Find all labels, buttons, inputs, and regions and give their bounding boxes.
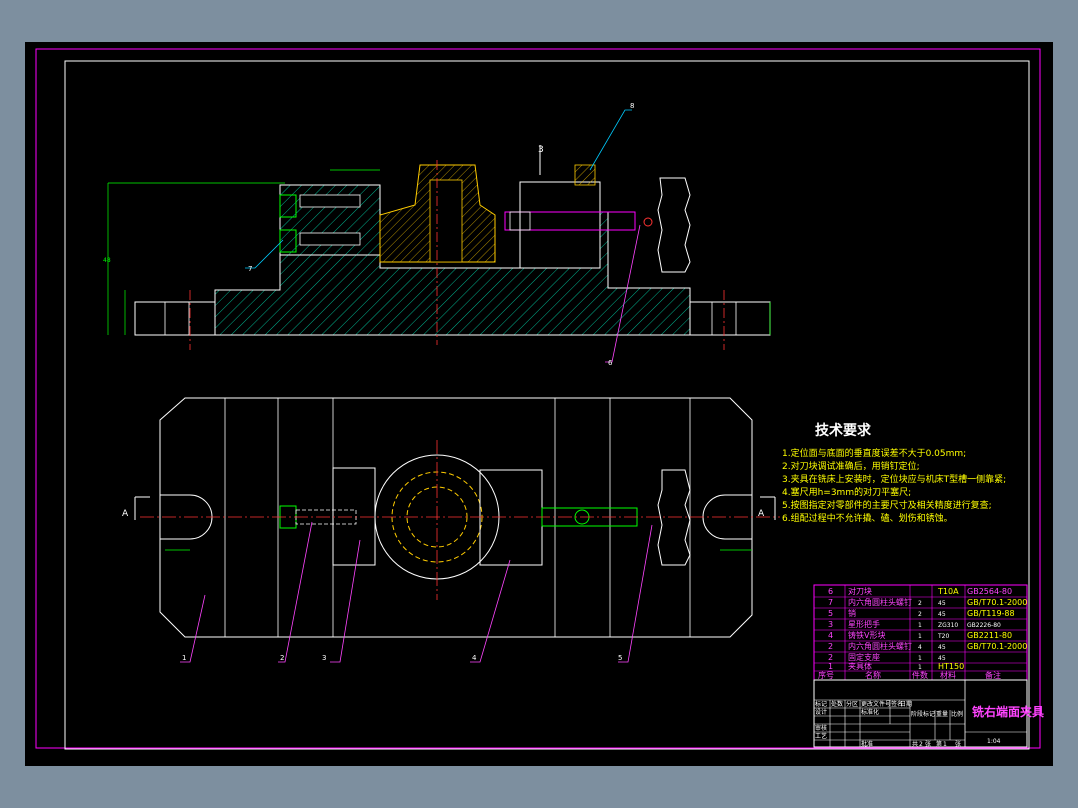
callout-label: 6 [608, 359, 613, 367]
part-name: 铸铁V形块 [848, 630, 885, 640]
drawing-name: 铣右端面夹具 [972, 704, 1044, 719]
tech-requirement-item: 1.定位面与底面的垂直度误差不大于0.05mm; [782, 447, 966, 459]
section-marker-left: A [122, 509, 129, 519]
tech-requirement-item: 6.组配过程中不允许撬、磕、划伤和锈蚀。 [782, 512, 953, 524]
tb-label: 审核 [815, 724, 827, 732]
drawing-scale: 1:04 [987, 738, 1001, 745]
part-material: T10A [937, 587, 959, 596]
part-number: 6 [828, 587, 833, 596]
tb-label: 张 [925, 740, 931, 748]
part-qty: 1 [918, 664, 922, 671]
tb-label: 第 [936, 740, 942, 748]
part-standard: GB/T70.1-2000 [967, 642, 1027, 651]
part-material: T20 [937, 633, 949, 640]
part-qty: 4 [918, 644, 922, 651]
header-cell: 材料 [940, 670, 956, 680]
part-standard: GB/T70.1-2000 [967, 598, 1027, 607]
tb-label: 阶段标记 [911, 710, 935, 718]
part-qty: 2 [918, 600, 922, 607]
tb-label: 张 [955, 740, 961, 748]
part-name: 固定支座 [848, 652, 880, 662]
callout-label: 8 [630, 102, 634, 110]
callout-label: 5 [618, 654, 622, 662]
part-number: 7 [828, 598, 833, 607]
sheet-count: 2 [919, 741, 923, 748]
callout-label: 1 [182, 654, 186, 662]
part-standard: GB2226-80 [967, 622, 1001, 629]
tb-label: 批准 [861, 740, 873, 748]
svg-text:3: 3 [538, 145, 544, 155]
part-standard: GB2211-80 [967, 631, 1012, 640]
part-name: 内六角圆柱头螺钉 [848, 641, 912, 651]
tb-label: 设计 [815, 708, 827, 716]
part-number: 1 [828, 662, 833, 671]
part-number: 5 [828, 609, 833, 618]
part-qty: 1 [918, 655, 922, 662]
part-material: ZG310 [938, 622, 958, 629]
cad-drawing-sheet: 48 3 8 6 7 A A 1 2 3 4 5 技术要求 1.定位面与底面的垂… [25, 42, 1053, 766]
part-name: 内六角圆柱头螺钉 [848, 597, 912, 607]
tech-requirement-item: 3.夹具在铣床上安装时，定位块应与机床T型槽一侧靠紧; [782, 473, 1006, 485]
part-number: 3 [828, 620, 833, 629]
svg-text:48: 48 [103, 257, 111, 264]
tech-requirements-title: 技术要求 [815, 422, 872, 439]
part-number: 4 [828, 631, 833, 640]
tb-label: 比例 [951, 710, 963, 718]
tb-label: 更改文件号 [861, 700, 891, 708]
part-name: 销 [848, 608, 856, 618]
header-cell: 名称 [865, 670, 881, 680]
part-material: 45 [938, 655, 946, 662]
tb-label: 标准化 [861, 708, 879, 716]
tb-label: 工艺 [815, 732, 827, 740]
callout-label: 7 [248, 265, 252, 273]
part-standard: GB/T119-88 [967, 609, 1015, 618]
callout-label: 3 [322, 654, 326, 662]
part-name: 星形把手 [848, 619, 880, 629]
callout-label: 4 [472, 654, 477, 662]
header-cell: 件数 [912, 670, 928, 680]
tech-requirement-item: 2.对刀块调试准确后，用销钉定位; [782, 460, 920, 472]
part-material: 45 [938, 611, 946, 618]
part-qty: 1 [918, 633, 922, 640]
tb-label: 分区 [846, 700, 858, 708]
header-cell: 序号 [818, 670, 834, 680]
callout-label: 2 [280, 654, 284, 662]
part-qty: 2 [918, 611, 922, 618]
tb-label: 共 [912, 740, 918, 748]
tech-requirement-item: 4.塞尺用h=3mm的对刀平塞尺; [782, 486, 911, 498]
tb-label: 日期 [900, 700, 912, 708]
part-qty: 1 [918, 622, 922, 629]
tb-label: 重量 [936, 710, 948, 718]
part-standard: GB2564-80 [967, 587, 1012, 596]
part-number: 2 [828, 642, 833, 651]
section-marker-right: A [758, 509, 765, 519]
tb-label: 处数 [831, 700, 843, 708]
part-material: 45 [938, 600, 946, 607]
part-number: 2 [828, 653, 833, 662]
part-name: 夹具体 [848, 661, 872, 671]
header-cell: 备注 [985, 670, 1001, 680]
part-material: HT150 [938, 662, 964, 671]
tech-requirement-item: 5.按图指定对零部件的主要尺寸及相关精度进行复查; [782, 499, 992, 511]
sheet-number: 1 [943, 741, 947, 748]
part-material: 45 [938, 644, 946, 651]
part-name: 对刀块 [848, 586, 872, 596]
tb-label: 标记 [815, 700, 827, 708]
